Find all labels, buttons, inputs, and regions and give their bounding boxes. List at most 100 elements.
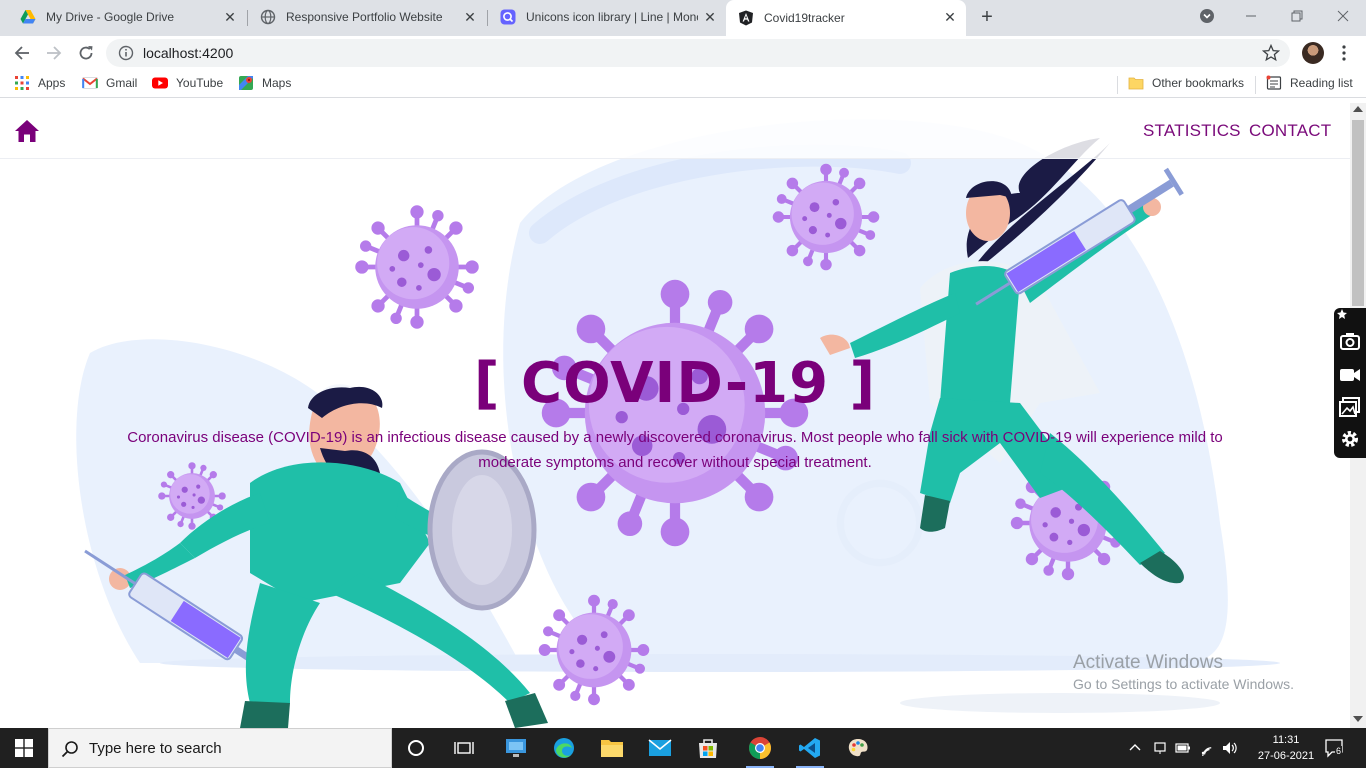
- bookmark-maps[interactable]: Maps: [238, 75, 291, 91]
- gallery-icon[interactable]: [1339, 396, 1361, 418]
- taskbar-app-edge[interactable]: [540, 728, 588, 768]
- more-menu-icon[interactable]: [1338, 44, 1350, 62]
- scroll-up-icon[interactable]: [1353, 106, 1363, 112]
- clock-time: 11:31: [1272, 734, 1300, 746]
- scrollbar-thumb[interactable]: [1352, 120, 1364, 306]
- unicons-icon: [500, 9, 516, 25]
- close-icon[interactable]: ✕: [942, 9, 958, 25]
- bookmark-youtube[interactable]: YouTube: [152, 75, 223, 91]
- bookmark-other-folder[interactable]: Other bookmarks: [1128, 75, 1244, 91]
- close-icon[interactable]: ✕: [222, 9, 238, 25]
- reading-list-icon: [1266, 75, 1282, 90]
- search-placeholder: Type here to search: [89, 740, 222, 757]
- task-view-button[interactable]: [440, 728, 488, 768]
- chrome-icon: [749, 737, 771, 759]
- activate-windows-title: Activate Windows: [1073, 652, 1223, 673]
- battery-icon[interactable]: [1175, 740, 1191, 756]
- close-icon: [1337, 10, 1349, 22]
- tab-unicons[interactable]: Unicons icon library | Line | Monc ✕: [488, 0, 726, 34]
- folder-icon: [1128, 77, 1144, 90]
- reading-list-button[interactable]: Reading list: [1266, 75, 1353, 91]
- windows-logo-icon: [15, 739, 33, 757]
- taskbar-app-desktop[interactable]: [492, 728, 540, 768]
- tab-title: Responsive Portfolio Website: [286, 10, 443, 24]
- taskbar-app-store[interactable]: [684, 728, 732, 768]
- bookmark-apps[interactable]: Apps: [14, 75, 65, 91]
- capture-toolbar: [1334, 308, 1366, 458]
- scroll-down-icon[interactable]: [1353, 716, 1363, 722]
- gmail-icon: [82, 77, 98, 89]
- network-adapter-icon[interactable]: [1152, 740, 1168, 756]
- url-text[interactable]: localhost:4200: [143, 45, 233, 61]
- taskbar-app-mail[interactable]: [636, 728, 684, 768]
- chevron-up-icon[interactable]: [1127, 740, 1143, 756]
- tab-covid19tracker[interactable]: Covid19tracker ✕: [726, 0, 966, 36]
- browser-toolbar: localhost:4200: [0, 36, 1366, 70]
- taskbar-app-chrome[interactable]: [736, 728, 784, 768]
- star-icon[interactable]: [1262, 44, 1280, 62]
- pin-icon[interactable]: [1336, 308, 1348, 320]
- tab-title: Unicons icon library | Line | Monc: [526, 10, 698, 24]
- taskbar-search-box[interactable]: Type here to search: [48, 728, 392, 768]
- apps-grid-icon: [15, 76, 29, 90]
- close-icon[interactable]: ✕: [462, 9, 478, 25]
- hero-title: [ COVID-19 ]: [473, 351, 877, 416]
- tab-strip: My Drive - Google Drive ✕ Responsive Por…: [0, 0, 1366, 36]
- globe-icon: [260, 9, 276, 25]
- angular-icon: [739, 10, 753, 26]
- close-window-button[interactable]: [1320, 0, 1366, 32]
- monitor-icon: [506, 739, 526, 757]
- address-bar[interactable]: localhost:4200: [106, 39, 1290, 67]
- gear-icon[interactable]: [1339, 428, 1361, 450]
- tab-portfolio[interactable]: Responsive Portfolio Website ✕: [248, 0, 486, 34]
- camera-icon[interactable]: [1339, 330, 1361, 352]
- bookmark-label: Other bookmarks: [1152, 76, 1245, 90]
- bookmark-label: Maps: [262, 76, 292, 90]
- tab-title: Covid19tracker: [764, 11, 845, 25]
- notification-count: 6: [1335, 746, 1343, 756]
- tab-search-button[interactable]: [1184, 0, 1230, 32]
- taskbar-app-file-explorer[interactable]: [588, 728, 636, 768]
- site-navbar: STATISTICS CONTACT: [0, 103, 1350, 159]
- home-icon[interactable]: [14, 119, 40, 143]
- bookmarks-bar: Apps Gmail YouTube Maps Other bookmarks: [0, 70, 1366, 98]
- cortana-icon: [408, 740, 424, 756]
- tab-google-drive[interactable]: My Drive - Google Drive ✕: [8, 0, 246, 34]
- cortana-button[interactable]: [392, 728, 440, 768]
- bookmark-gmail[interactable]: Gmail: [82, 75, 137, 91]
- tab-title: My Drive - Google Drive: [46, 10, 175, 24]
- taskbar-app-vscode[interactable]: [786, 728, 834, 768]
- back-button[interactable]: [10, 41, 34, 65]
- activate-windows-subtitle: Go to Settings to activate Windows.: [1073, 676, 1294, 692]
- task-view-icon: [454, 742, 474, 754]
- info-icon[interactable]: [118, 45, 134, 61]
- volume-icon[interactable]: [1222, 740, 1238, 756]
- start-button[interactable]: [0, 728, 48, 768]
- video-camera-icon[interactable]: [1339, 364, 1361, 386]
- minimize-button[interactable]: [1228, 0, 1274, 32]
- youtube-icon: [152, 77, 168, 89]
- nav-link-contact[interactable]: CONTACT: [1249, 121, 1331, 141]
- edge-icon: [554, 738, 574, 758]
- taskbar-app-paint[interactable]: [834, 728, 882, 768]
- taskbar-clock[interactable]: 11:31 27-06-2021: [1256, 732, 1316, 764]
- bookmark-label: YouTube: [176, 76, 224, 90]
- reload-button[interactable]: [74, 41, 98, 65]
- store-icon: [699, 739, 717, 758]
- new-tab-button[interactable]: +: [976, 6, 998, 28]
- profile-avatar[interactable]: [1302, 42, 1324, 64]
- bookmark-separator: [1117, 76, 1118, 94]
- chevron-down-icon: [1200, 9, 1214, 23]
- nav-link-statistics[interactable]: STATISTICS: [1143, 121, 1241, 141]
- close-icon[interactable]: ✕: [702, 9, 718, 25]
- arrow-left-icon: [14, 46, 29, 60]
- hero-description: Coronavirus disease (COVID-19) is an inf…: [127, 429, 1223, 471]
- bookmark-label: Apps: [38, 76, 66, 90]
- google-drive-icon: [20, 10, 36, 24]
- forward-button[interactable]: [42, 41, 66, 65]
- action-center-button[interactable]: 6: [1324, 738, 1346, 758]
- wifi-icon[interactable]: [1199, 740, 1215, 756]
- restore-button[interactable]: [1274, 0, 1320, 32]
- minimize-icon: [1246, 15, 1256, 17]
- maps-icon: [239, 76, 253, 90]
